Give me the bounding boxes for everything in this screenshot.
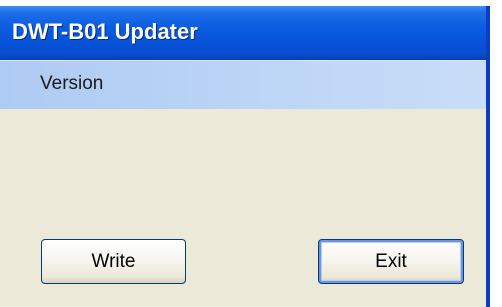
exit-button[interactable]: Exit	[318, 239, 464, 284]
updater-window: DWT-B01 Updater Version Write Exit	[0, 6, 490, 307]
version-label: Version	[40, 73, 104, 94]
write-button[interactable]: Write	[41, 239, 186, 284]
window-title: DWT-B01 Updater	[12, 19, 198, 44]
screen: DWT-B01 Updater Version Write Exit	[0, 0, 502, 307]
version-panel: Version	[0, 60, 486, 109]
title-bar[interactable]: DWT-B01 Updater	[0, 6, 486, 60]
